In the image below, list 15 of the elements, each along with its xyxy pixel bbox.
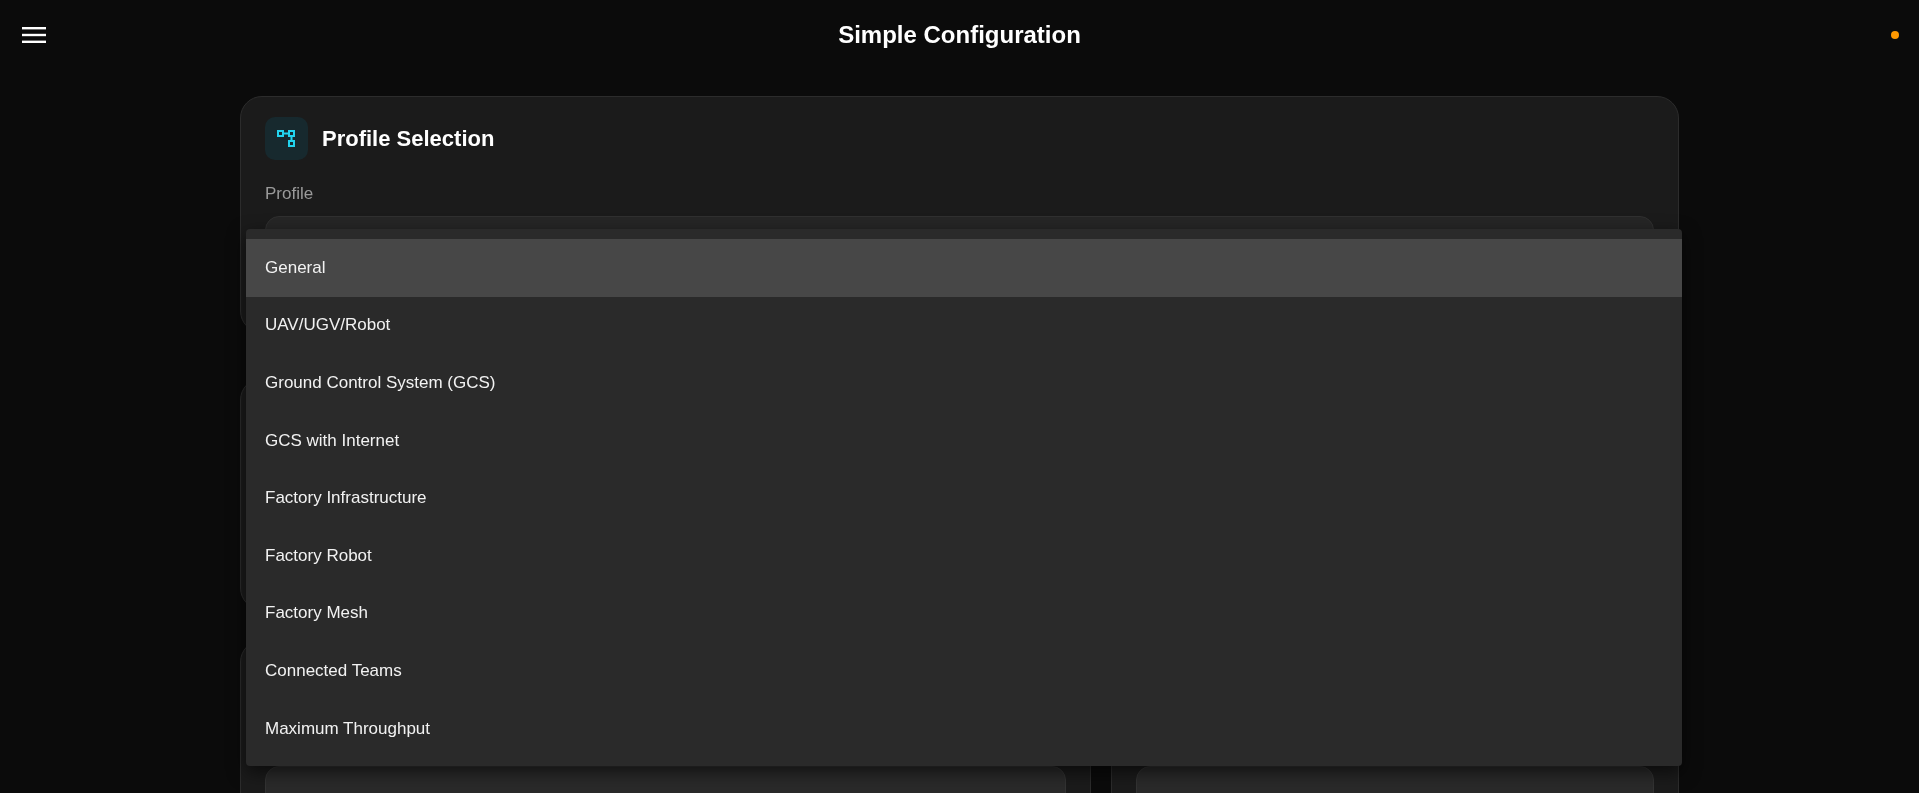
menu-option[interactable]: Factory Mesh bbox=[246, 584, 1682, 643]
hierarchy-icon bbox=[265, 117, 308, 160]
card-title: Profile Selection bbox=[322, 125, 495, 152]
menu-option[interactable]: UAV/UGV/Robot bbox=[246, 296, 1682, 355]
menu-option[interactable]: Maximum Throughput bbox=[246, 699, 1682, 758]
page-title: Simple Configuration bbox=[838, 21, 1081, 48]
menu-option[interactable]: Connected Teams bbox=[246, 642, 1682, 700]
menu-option[interactable]: GCS with Internet bbox=[246, 411, 1682, 470]
menu-option[interactable]: Ground Control System (GCS) bbox=[246, 354, 1682, 412]
status-dot-icon bbox=[1891, 31, 1899, 39]
menu-option[interactable]: General bbox=[246, 239, 1682, 297]
menu-option[interactable]: Factory Robot bbox=[246, 526, 1682, 585]
menu-option[interactable]: Factory Infrastructure bbox=[246, 469, 1682, 527]
field-label: Profile bbox=[265, 184, 314, 204]
menu-icon[interactable] bbox=[22, 26, 46, 44]
